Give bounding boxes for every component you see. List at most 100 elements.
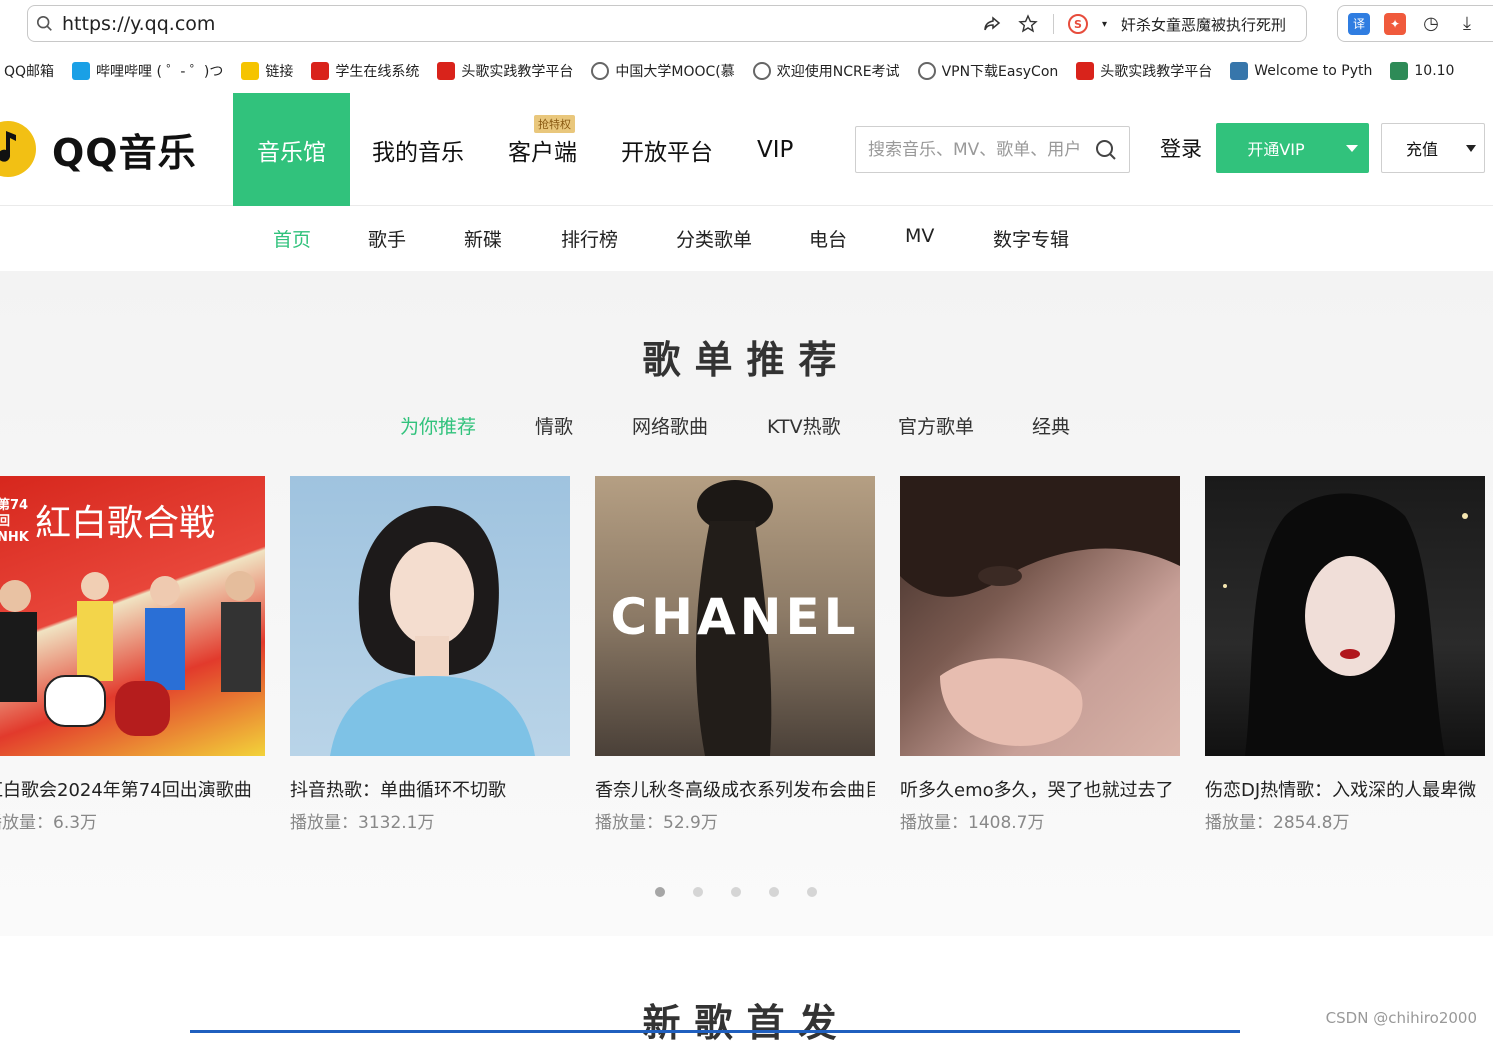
search-input[interactable] — [868, 137, 1088, 163]
globe-icon — [591, 62, 610, 80]
sogou-icon[interactable]: S — [1067, 14, 1088, 34]
login-link[interactable]: 登录 — [1160, 133, 1202, 163]
nav-label: VIP — [757, 136, 794, 163]
new-songs-section: 新歌首发 CSDN @chihiro2000 — [0, 936, 1493, 1045]
playlist-cover[interactable]: CHANEL — [595, 476, 875, 756]
carousel-dot[interactable] — [731, 887, 741, 897]
nav-client[interactable]: 客户端 抢特权 — [486, 93, 599, 206]
cover-portrait — [900, 476, 1180, 746]
cover-portrait — [330, 506, 535, 756]
subnav-radio[interactable]: 电台 — [809, 225, 847, 252]
download-icon[interactable]: ⤓ — [1456, 13, 1478, 35]
tab-ktv-hits[interactable]: KTV热歌 — [767, 412, 841, 439]
playlist-card[interactable]: 抖音热歌：单曲循环不切歌 播放量：3132.1万 — [290, 476, 570, 833]
bookmark-item[interactable]: 链接 — [241, 61, 293, 81]
nav-label: 开放平台 — [621, 139, 713, 166]
carousel-dot[interactable] — [807, 887, 817, 897]
hot-search-text[interactable]: 奸杀女童恶魔被执行死刑 — [1121, 14, 1286, 35]
nav-open-platform[interactable]: 开放平台 — [599, 93, 735, 206]
playlist-card[interactable]: 听多久emo多久，哭了也就过去了 播放量：1408.7万 — [900, 476, 1180, 833]
chevron-down-icon[interactable] — [1346, 144, 1358, 152]
bookmarks-bar: QQ邮箱 哔哩哔哩 ( ゜- ゜)つ 链接 学生在线系统 头歌实践教学平台 中国大学MOO… — [0, 56, 1493, 86]
nav-label: 客户端 — [508, 139, 577, 166]
tab-love-songs[interactable]: 情歌 — [535, 412, 573, 439]
subnav-new-albums[interactable]: 新碟 — [464, 225, 502, 252]
subnav-singers[interactable]: 歌手 — [368, 225, 406, 252]
chevron-down-icon[interactable] — [1466, 144, 1476, 152]
subnav-mv[interactable]: MV — [905, 225, 934, 247]
separator — [1052, 14, 1054, 34]
bookmark-label: 头歌实践教学平台 — [461, 64, 574, 80]
nav-my-music[interactable]: 我的音乐 — [350, 93, 486, 206]
bookmark-label: 10.10 — [1414, 63, 1455, 79]
url-text[interactable]: https://y.qq.com — [62, 13, 215, 35]
bookmark-item[interactable]: 中国大学MOOC(慕 — [591, 61, 735, 81]
bookmark-item[interactable]: Welcome to Pyth — [1230, 62, 1372, 80]
playlist-cover[interactable]: 第74回 NHK 紅白歌合戦 — [0, 476, 265, 756]
search-box[interactable] — [855, 126, 1130, 173]
playlist-card[interactable]: 第74回 NHK 紅白歌合戦 红白歌会2024年第74回出演歌曲 播放量：6.3… — [0, 476, 265, 833]
translate-icon[interactable]: 译 — [1348, 12, 1370, 35]
qq-music-logo[interactable]: QQ音乐 — [0, 121, 197, 177]
bookmark-item[interactable]: 学生在线系统 — [311, 61, 419, 81]
bookmark-item[interactable]: 头歌实践教学平台 — [437, 61, 573, 81]
main-nav: 音乐馆 我的音乐 客户端 抢特权 开放平台 VIP — [233, 93, 815, 206]
nav-vip[interactable]: VIP — [735, 93, 815, 206]
tab-classics[interactable]: 经典 — [1032, 412, 1070, 439]
bookmark-item[interactable]: VPN下载EasyCon — [917, 61, 1058, 81]
search-icon[interactable] — [1095, 139, 1117, 161]
star-icon[interactable] — [1017, 13, 1039, 35]
bookmark-label: 学生在线系统 — [335, 64, 420, 80]
carousel-dot[interactable] — [693, 887, 703, 897]
subnav-digital-albums[interactable]: 数字专辑 — [993, 225, 1069, 252]
bilibili-icon — [72, 62, 91, 80]
bookmark-label: 链接 — [265, 64, 294, 80]
bookmark-item[interactable]: 欢迎使用NCRE考试 — [752, 61, 900, 81]
playlist-title[interactable]: 红白歌会2024年第74回出演歌曲 — [0, 776, 265, 802]
app-icon — [1390, 62, 1409, 80]
tab-official-playlists[interactable]: 官方歌单 — [898, 412, 974, 439]
bookmark-item[interactable]: 哔哩哔哩 ( ゜- ゜)つ — [72, 61, 223, 81]
bookmark-item[interactable]: 10.10 — [1390, 62, 1454, 80]
history-icon[interactable]: ◷ — [1420, 13, 1442, 35]
cover-title: CHANEL — [610, 588, 860, 646]
sub-nav: 首页 歌手 新碟 排行榜 分类歌单 电台 MV 数字专辑 — [0, 207, 1493, 271]
playlist-title[interactable]: 伤恋DJ热情歌：入戏深的人最卑微 — [1205, 776, 1485, 802]
nav-label: 音乐馆 — [257, 139, 326, 166]
globe-icon — [752, 62, 771, 80]
playlist-cover[interactable] — [900, 476, 1180, 756]
recharge-button[interactable]: 充值 — [1381, 123, 1485, 173]
carousel-dot[interactable] — [769, 887, 779, 897]
playlist-cover[interactable] — [290, 476, 570, 756]
chevron-down-icon[interactable]: ▾ — [1102, 19, 1107, 30]
browser-toolbar: https://y.qq.com S ▾ 奸杀女童恶魔被执行死刑 译 ✦ ◷ ⤓ — [0, 0, 1493, 48]
subnav-home[interactable]: 首页 — [273, 225, 311, 252]
tab-for-you[interactable]: 为你推荐 — [400, 412, 476, 439]
playlist-title[interactable]: 听多久emo多久，哭了也就过去了 — [900, 776, 1180, 802]
bookmark-item[interactable]: 头歌实践教学平台 — [1076, 61, 1212, 81]
bookmark-label: 哔哩哔哩 ( ゜- ゜)つ — [96, 64, 224, 80]
section-title: 歌单推荐 — [642, 338, 851, 382]
share-icon[interactable] — [981, 13, 1003, 35]
subnav-category-playlists[interactable]: 分类歌单 — [676, 225, 752, 252]
playlist-card[interactable]: CHANEL 香奈儿秋冬高级成衣系列发布会曲目 播放量：52.9万 — [595, 476, 875, 833]
tab-web-songs[interactable]: 网络歌曲 — [632, 412, 708, 439]
bookmark-item[interactable]: QQ邮箱 — [4, 61, 54, 81]
playlist-cover[interactable] — [1205, 476, 1485, 756]
carousel-dot[interactable] — [655, 887, 665, 897]
nav-music-hall[interactable]: 音乐馆 — [233, 93, 350, 206]
bookmark-label: Welcome to Pyth — [1254, 63, 1373, 79]
playlist-play-count: 播放量：1408.7万 — [900, 813, 1045, 833]
globe-icon — [917, 62, 936, 80]
subnav-charts[interactable]: 排行榜 — [561, 225, 618, 252]
address-bar[interactable]: https://y.qq.com S ▾ 奸杀女童恶魔被执行死刑 — [27, 5, 1307, 42]
pdf-icon[interactable]: ✦ — [1384, 12, 1406, 35]
cover-figures — [0, 571, 261, 736]
logo-text: QQ音乐 — [52, 130, 197, 175]
playlist-card[interactable]: 伤恋DJ热情歌：入戏深的人最卑微 播放量：2854.8万 — [1205, 476, 1485, 833]
playlist-title[interactable]: 抖音热歌：单曲循环不切歌 — [290, 776, 570, 802]
open-vip-button[interactable]: 开通VIP — [1216, 123, 1369, 173]
playlist-title[interactable]: 香奈儿秋冬高级成衣系列发布会曲目 — [595, 776, 875, 802]
bookmark-label: QQ邮箱 — [4, 64, 55, 80]
educoder-icon — [1076, 62, 1095, 80]
